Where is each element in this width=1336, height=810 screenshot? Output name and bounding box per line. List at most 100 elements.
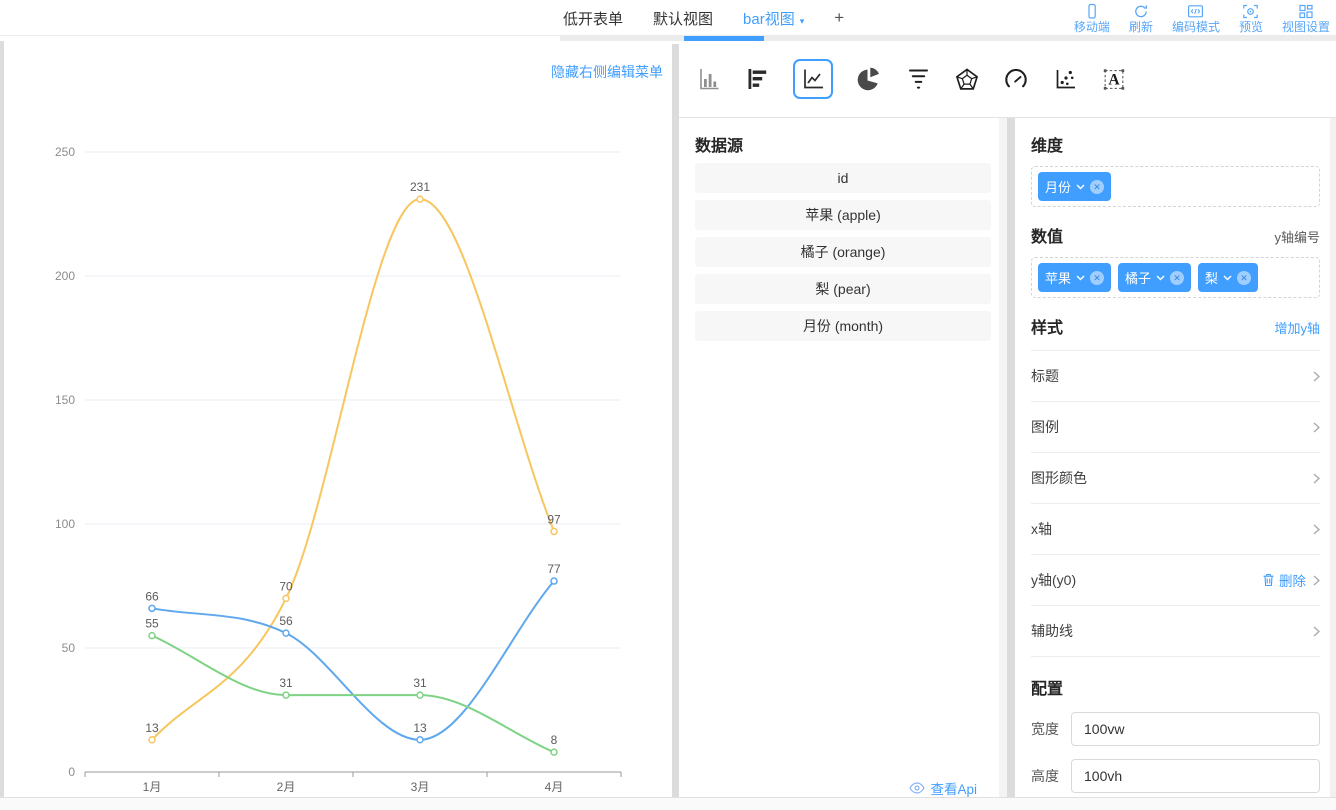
svg-text:77: 77 xyxy=(547,562,561,576)
field-apple[interactable]: 苹果 (apple) xyxy=(695,200,991,230)
height-input[interactable] xyxy=(1071,759,1320,793)
svg-text:A: A xyxy=(1108,71,1120,88)
remove-tag-icon[interactable]: ✕ xyxy=(1090,271,1104,285)
chart-type-text[interactable]: A xyxy=(1101,66,1127,92)
field-id[interactable]: id xyxy=(695,163,991,193)
field-pear[interactable]: 梨 (pear) xyxy=(695,274,991,304)
dimension-title: 维度 xyxy=(1031,132,1320,156)
code-mode-icon xyxy=(1187,3,1204,20)
radar-chart-icon xyxy=(954,67,980,92)
metrics-dropzone[interactable]: 苹果 ✕ 橘子 ✕ 梨 ✕ xyxy=(1031,257,1320,298)
width-config-row: 宽度 xyxy=(1031,712,1320,746)
svg-text:4月: 4月 xyxy=(545,780,564,794)
svg-text:1月: 1月 xyxy=(143,780,162,794)
metric-tag-apple[interactable]: 苹果 ✕ xyxy=(1038,263,1111,292)
add-view-tab-button[interactable]: + xyxy=(834,8,844,28)
dimension-dropzone[interactable]: 月份 ✕ xyxy=(1031,166,1320,207)
preview-icon xyxy=(1242,3,1259,20)
view-api-link[interactable]: 查看Api xyxy=(909,778,977,798)
remove-tag-icon[interactable]: ✕ xyxy=(1170,271,1184,285)
horizontal-scrollbar[interactable] xyxy=(0,797,1336,810)
chart-type-radar[interactable] xyxy=(954,66,980,92)
svg-text:13: 13 xyxy=(413,721,427,735)
svg-text:31: 31 xyxy=(279,676,293,690)
svg-text:31: 31 xyxy=(413,676,427,690)
view-settings-button[interactable]: 视图设置 xyxy=(1282,3,1330,33)
svg-text:100: 100 xyxy=(55,517,75,531)
text-element-icon: A xyxy=(1101,67,1127,92)
chart-type-horizontal-bar[interactable] xyxy=(744,66,770,92)
tab-default-view[interactable]: 默认视图 xyxy=(653,8,713,29)
delete-y-axis-button[interactable]: 删除 xyxy=(1262,570,1306,590)
chart-type-bar[interactable] xyxy=(695,66,721,92)
svg-text:56: 56 xyxy=(279,614,293,628)
chart-type-pie[interactable] xyxy=(856,66,882,92)
chart-type-gauge[interactable] xyxy=(1003,66,1029,92)
style-row-guideline[interactable]: 辅助线 xyxy=(1031,606,1320,657)
scatter-chart-icon xyxy=(1053,67,1078,91)
svg-text:97: 97 xyxy=(547,512,561,526)
svg-text:55: 55 xyxy=(145,617,159,631)
field-orange[interactable]: 橘子 (orange) xyxy=(695,237,991,267)
style-row-y-axis[interactable]: y轴(y0) 删除 xyxy=(1031,555,1320,606)
chevron-down-icon: ▾ xyxy=(800,16,805,26)
dimension-tag-month[interactable]: 月份 ✕ xyxy=(1038,172,1111,201)
line-chart-icon xyxy=(801,67,826,91)
style-title: 样式 xyxy=(1031,314,1063,338)
preview-button[interactable]: 预览 xyxy=(1239,3,1263,33)
svg-text:0: 0 xyxy=(68,765,75,779)
chevron-down-icon[interactable] xyxy=(1156,275,1165,281)
top-navbar: 低开表单 默认视图 bar视图▾ + 移动端 刷新 编码模式 预览 视图设置 xyxy=(0,0,1336,36)
height-label: 高度 xyxy=(1031,766,1059,786)
svg-text:50: 50 xyxy=(62,641,76,655)
view-tabs: 低开表单 默认视图 bar视图▾ + xyxy=(563,0,844,36)
chevron-down-icon[interactable] xyxy=(1076,275,1085,281)
chevron-down-icon[interactable] xyxy=(1076,184,1085,190)
pie-chart-icon xyxy=(856,66,882,92)
left-scrollbar-gutter[interactable] xyxy=(0,41,4,797)
mobile-button[interactable]: 移动端 xyxy=(1074,3,1110,33)
settings-column: 维度 月份 ✕ 数值 y轴编号 苹果 ✕ 橘子 ✕ 梨 xyxy=(1015,118,1336,810)
chevron-right-icon xyxy=(1313,371,1320,382)
style-row-title[interactable]: 标题 xyxy=(1031,351,1320,402)
style-row-legend[interactable]: 图例 xyxy=(1031,402,1320,453)
gauge-chart-icon xyxy=(1003,67,1029,92)
chevron-down-icon[interactable] xyxy=(1223,275,1232,281)
style-row-colors[interactable]: 图形颜色 xyxy=(1031,453,1320,504)
svg-text:231: 231 xyxy=(410,180,430,194)
add-y-axis-link[interactable]: 增加y轴 xyxy=(1274,318,1320,337)
height-config-row: 高度 xyxy=(1031,759,1320,793)
line-chart[interactable]: 0501001502002501月2月3月4月13702319766561377… xyxy=(4,41,672,797)
remove-tag-icon[interactable]: ✕ xyxy=(1090,180,1104,194)
datasource-title: 数据源 xyxy=(695,132,991,156)
column-divider[interactable] xyxy=(1007,118,1015,810)
chart-canvas-panel: 0501001502002501月2月3月4月13702319766561377… xyxy=(4,41,672,797)
field-month[interactable]: 月份 (month) xyxy=(695,311,991,341)
chart-type-scatter[interactable] xyxy=(1052,66,1078,92)
eye-icon xyxy=(909,782,925,794)
style-row-x-axis[interactable]: x轴 xyxy=(1031,504,1320,555)
canvas-editor-divider[interactable] xyxy=(672,44,679,810)
width-input[interactable] xyxy=(1071,712,1320,746)
hide-editor-menu-link[interactable]: 隐藏右侧编辑菜单 xyxy=(551,62,663,82)
chevron-right-icon xyxy=(1313,575,1320,586)
active-tab-underline xyxy=(684,36,764,41)
navbar-tools: 移动端 刷新 编码模式 预览 视图设置 xyxy=(1074,0,1330,36)
code-mode-button[interactable]: 编码模式 xyxy=(1172,3,1220,33)
metric-tag-pear[interactable]: 梨 ✕ xyxy=(1198,263,1258,292)
settings-scrollbar[interactable] xyxy=(1330,118,1336,810)
datasource-scrollbar[interactable] xyxy=(999,118,1007,810)
chart-type-line[interactable] xyxy=(793,59,833,99)
tab-bar-view[interactable]: bar视图▾ xyxy=(743,8,804,29)
style-list: 标题 图例 图形颜色 x轴 y轴(y0) 删除 xyxy=(1031,350,1320,657)
width-label: 宽度 xyxy=(1031,719,1059,739)
svg-text:150: 150 xyxy=(55,393,75,407)
tab-lowcode-form[interactable]: 低开表单 xyxy=(563,8,623,29)
view-settings-icon xyxy=(1298,3,1314,20)
chart-type-funnel[interactable] xyxy=(905,66,931,92)
refresh-button[interactable]: 刷新 xyxy=(1129,3,1153,33)
metric-tag-orange[interactable]: 橘子 ✕ xyxy=(1118,263,1191,292)
remove-tag-icon[interactable]: ✕ xyxy=(1237,271,1251,285)
datasource-column: 数据源 id 苹果 (apple) 橘子 (orange) 梨 (pear) 月… xyxy=(679,118,1007,810)
chevron-right-icon xyxy=(1313,626,1320,637)
